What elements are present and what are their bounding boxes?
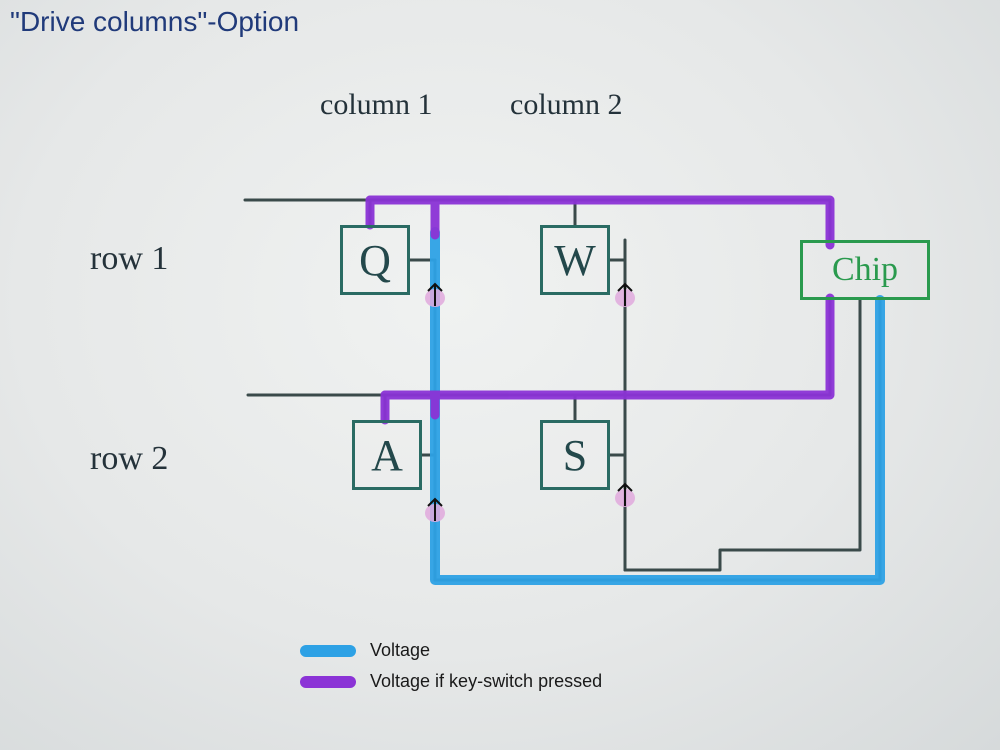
legend-row-voltage-pressed: Voltage if key-switch pressed: [300, 671, 602, 692]
legend: Voltage Voltage if key-switch pressed: [300, 640, 602, 702]
column-2-label: column 2: [510, 88, 623, 122]
key-A: A: [352, 420, 422, 490]
key-W: W: [540, 225, 610, 295]
row-2-label: row 2: [90, 440, 168, 478]
row-1-label: row 1: [90, 240, 168, 278]
legend-label-voltage: Voltage: [370, 640, 430, 661]
legend-swatch-voltage-pressed: [300, 676, 356, 688]
key-Q: Q: [340, 225, 410, 295]
legend-swatch-voltage: [300, 645, 356, 657]
diode-icon: [614, 280, 636, 308]
legend-row-voltage: Voltage: [300, 640, 602, 661]
pencil-wires: [0, 0, 1000, 750]
key-S: S: [540, 420, 610, 490]
chip: Chip: [800, 240, 930, 300]
paper-background: "Drive columns"-Option column 1 column 2…: [0, 0, 1000, 750]
diode-icon: [424, 280, 446, 308]
voltage-overlay: [0, 0, 1000, 750]
page-title: "Drive columns"-Option: [10, 6, 299, 38]
voltage-pressed-overlay: [0, 0, 1000, 750]
diode-icon: [424, 495, 446, 523]
diode-icon: [614, 480, 636, 508]
legend-label-voltage-pressed: Voltage if key-switch pressed: [370, 671, 602, 692]
column-1-label: column 1: [320, 88, 433, 122]
